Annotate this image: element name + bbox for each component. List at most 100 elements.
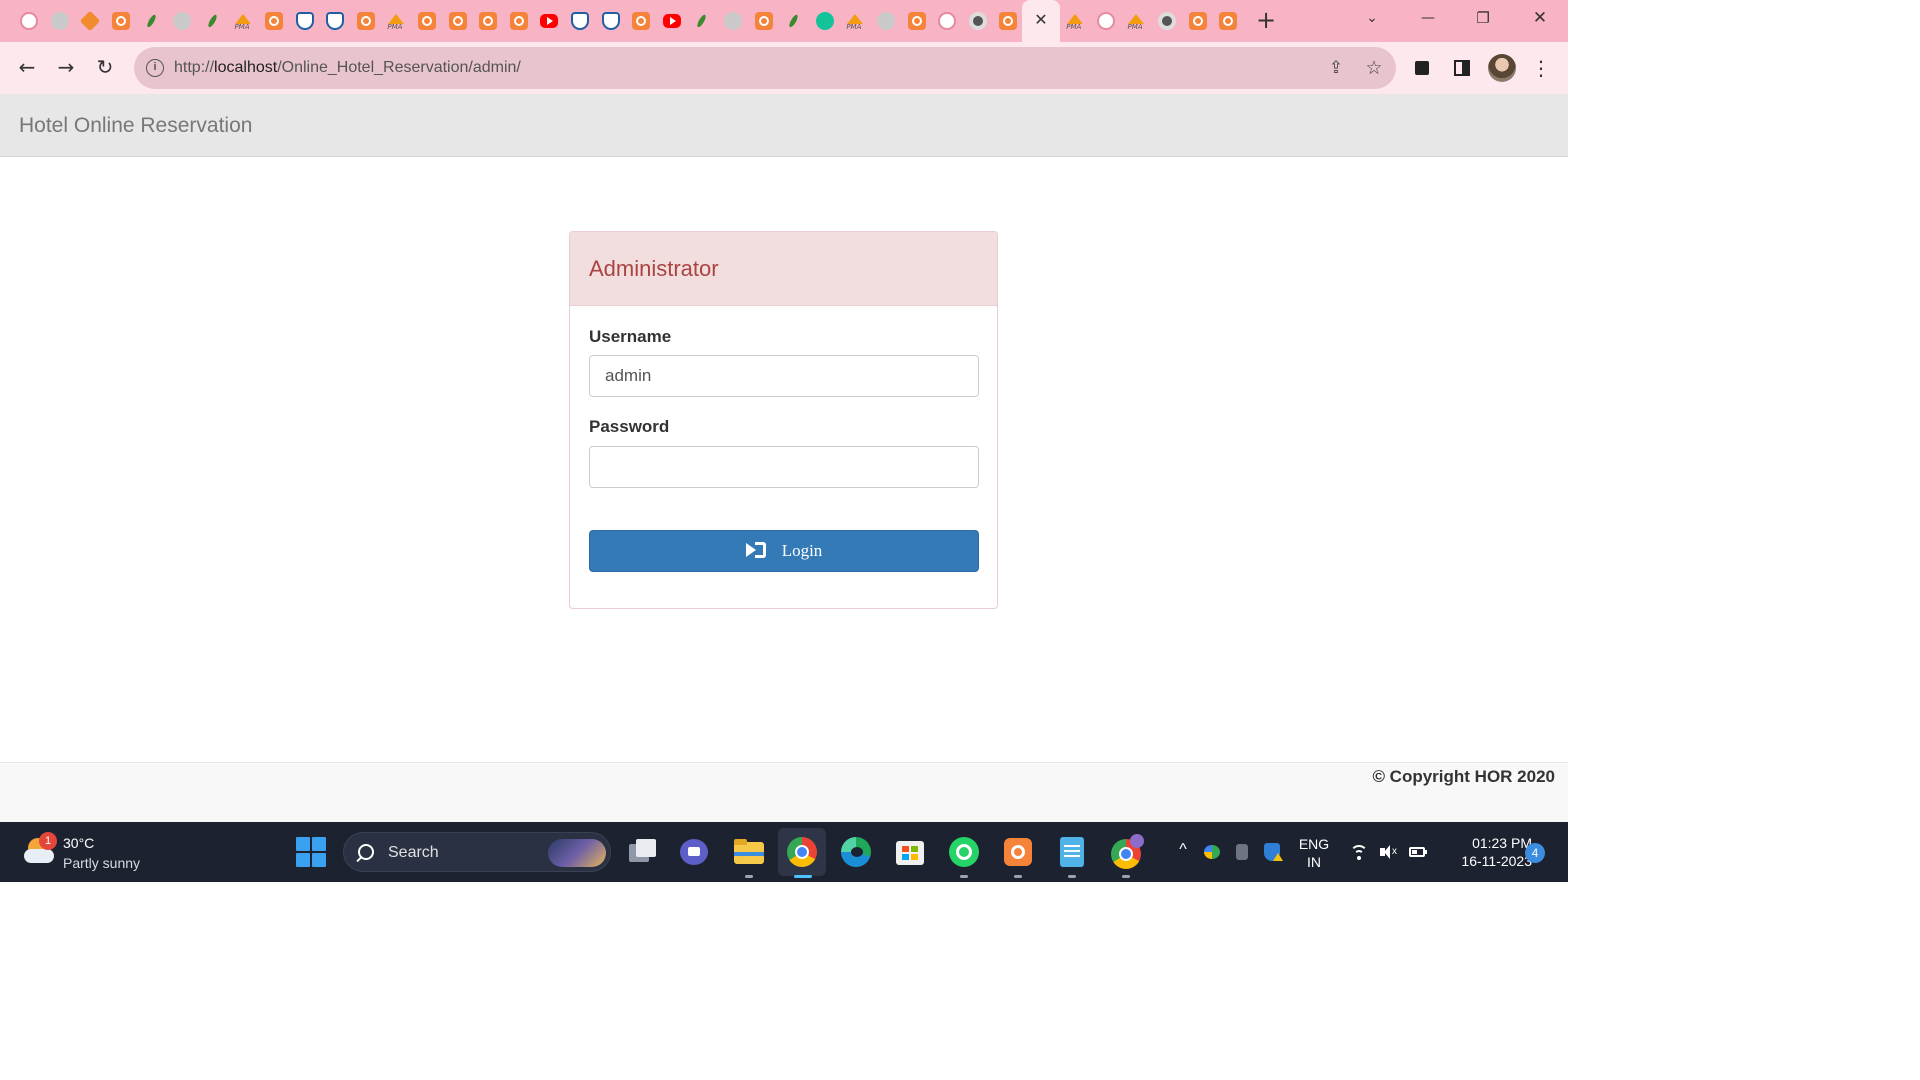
address-bar[interactable]: i http://localhost/Online_Hotel_Reservat… bbox=[134, 47, 1396, 89]
windows-taskbar: 1 30°C Partly sunny Search ^ ENG IN x 01… bbox=[0, 822, 1568, 882]
grey-circle-icon[interactable] bbox=[45, 8, 76, 34]
xampp-icon[interactable] bbox=[442, 8, 473, 34]
username-label: Username bbox=[589, 327, 672, 346]
file-explorer-icon[interactable] bbox=[731, 834, 767, 870]
copyright-text: © Copyright HOR 2020 bbox=[1372, 767, 1555, 786]
leaf-icon[interactable] bbox=[687, 8, 718, 34]
tab-search-button[interactable]: ⌄ bbox=[1352, 4, 1392, 32]
bookmark-star-icon[interactable]: ☆ bbox=[1362, 56, 1386, 80]
username-input[interactable]: admin bbox=[589, 355, 979, 397]
profile-avatar[interactable] bbox=[1488, 54, 1516, 82]
browser-menu-icon[interactable]: ⋮ bbox=[1528, 55, 1554, 81]
phpmyadmin-icon[interactable] bbox=[840, 8, 871, 34]
shield-icon[interactable] bbox=[595, 8, 626, 34]
xampp-icon[interactable] bbox=[748, 8, 779, 34]
task-view-icon[interactable] bbox=[625, 834, 661, 870]
taskbar-search-box[interactable]: Search bbox=[343, 832, 611, 872]
clock-time: 01:23 PM bbox=[1472, 835, 1532, 851]
wifi-icon[interactable] bbox=[1349, 842, 1369, 862]
forward-button[interactable]: → bbox=[51, 52, 81, 82]
xampp-icon[interactable] bbox=[351, 8, 382, 34]
leaf-icon[interactable] bbox=[198, 8, 229, 34]
window-maximize-button[interactable]: ❐ bbox=[1463, 4, 1503, 32]
github-icon[interactable] bbox=[1091, 8, 1122, 34]
site-info-icon[interactable]: i bbox=[146, 59, 164, 77]
xampp-icon[interactable] bbox=[1000, 834, 1036, 870]
notepad-icon[interactable] bbox=[1054, 834, 1090, 870]
panel-heading: Administrator bbox=[570, 232, 997, 306]
window-close-button[interactable]: ✕ bbox=[1520, 4, 1560, 32]
edge-icon[interactable] bbox=[838, 834, 874, 870]
orange-diamond-icon[interactable] bbox=[75, 8, 106, 34]
url-text[interactable]: http://localhost/Online_Hotel_Reservatio… bbox=[174, 58, 521, 78]
weather-temperature[interactable]: 30°C bbox=[63, 834, 94, 852]
xampp-icon[interactable] bbox=[1213, 8, 1244, 34]
windows-start-icon[interactable] bbox=[296, 837, 326, 867]
new-tab-button[interactable]: + bbox=[1252, 6, 1280, 34]
login-button-content: Login bbox=[590, 531, 978, 571]
panel-title: Administrator bbox=[589, 256, 719, 281]
back-button[interactable]: ← bbox=[12, 52, 42, 82]
github-icon[interactable] bbox=[932, 8, 963, 34]
file-explorer-running-indicator bbox=[745, 875, 753, 878]
xampp-icon[interactable] bbox=[626, 8, 657, 34]
show-hidden-icons-chevron[interactable]: ^ bbox=[1173, 840, 1193, 860]
system-clock[interactable]: 01:23 PM 16-11-2023 bbox=[1440, 834, 1532, 870]
extensions-puzzle-icon[interactable] bbox=[1410, 55, 1436, 81]
phpmyadmin-icon[interactable] bbox=[1121, 8, 1152, 34]
shield-icon[interactable] bbox=[289, 8, 320, 34]
xampp-icon[interactable] bbox=[412, 8, 443, 34]
xampp-icon[interactable] bbox=[259, 8, 290, 34]
battery-icon[interactable] bbox=[1408, 842, 1428, 862]
notepad-running-indicator bbox=[1068, 875, 1076, 878]
login-button[interactable]: Login bbox=[589, 530, 979, 572]
tab-favicon-list-right bbox=[1060, 8, 1244, 34]
chrome-icon[interactable] bbox=[962, 8, 993, 34]
youtube-icon[interactable] bbox=[534, 8, 565, 34]
shield-icon[interactable] bbox=[320, 8, 351, 34]
chrome-profile-icon[interactable] bbox=[1108, 834, 1144, 870]
browser-tab-strip: ✕ + ⌄ — ❐ ✕ bbox=[0, 0, 1568, 42]
whatsapp-icon[interactable] bbox=[946, 834, 982, 870]
grey-circle-icon[interactable] bbox=[167, 8, 198, 34]
grammarly-icon[interactable] bbox=[809, 8, 840, 34]
chrome-active-indicator bbox=[794, 875, 812, 878]
github-icon[interactable] bbox=[14, 8, 45, 34]
microsoft-store-icon[interactable] bbox=[892, 834, 928, 870]
window-minimize-button[interactable]: — bbox=[1408, 4, 1448, 32]
xampp-icon[interactable] bbox=[106, 8, 137, 34]
close-tab-icon[interactable]: ✕ bbox=[1031, 8, 1051, 32]
chrome-icon[interactable] bbox=[784, 834, 820, 870]
reload-button[interactable]: ↻ bbox=[90, 52, 120, 82]
tray-app-icon[interactable] bbox=[1202, 842, 1222, 862]
phpmyadmin-icon[interactable] bbox=[381, 8, 412, 34]
navbar-brand[interactable]: Hotel Online Reservation bbox=[19, 114, 252, 138]
xampp-icon[interactable] bbox=[901, 8, 932, 34]
admin-login-panel: Administrator Username admin Password Lo… bbox=[569, 231, 998, 609]
side-panel-icon[interactable] bbox=[1449, 55, 1475, 81]
tray-warning-icon[interactable] bbox=[1232, 842, 1252, 862]
taskbar-search-label: Search bbox=[388, 844, 439, 861]
xampp-icon[interactable] bbox=[993, 8, 1024, 34]
share-icon[interactable]: ⇪ bbox=[1324, 56, 1348, 80]
notification-count-badge[interactable]: 4 bbox=[1525, 843, 1545, 863]
grey-circle-icon[interactable] bbox=[871, 8, 902, 34]
teams-icon[interactable] bbox=[676, 834, 712, 870]
speaker-muted-icon[interactable]: x bbox=[1378, 842, 1398, 862]
input-language-indicator[interactable]: ENG IN bbox=[1294, 835, 1334, 871]
grey-circle-icon[interactable] bbox=[718, 8, 749, 34]
youtube-icon[interactable] bbox=[656, 8, 687, 34]
xampp-icon[interactable] bbox=[473, 8, 504, 34]
xampp-icon[interactable] bbox=[504, 8, 535, 34]
phpmyadmin-icon[interactable] bbox=[1060, 8, 1091, 34]
chrome-icon[interactable] bbox=[1152, 8, 1183, 34]
leaf-icon[interactable] bbox=[136, 8, 167, 34]
password-input[interactable] bbox=[589, 446, 979, 488]
phpmyadmin-icon[interactable] bbox=[228, 8, 259, 34]
shield-icon[interactable] bbox=[565, 8, 596, 34]
xampp-icon[interactable] bbox=[1182, 8, 1213, 34]
url-host: localhost bbox=[214, 59, 278, 76]
defender-shield-icon[interactable] bbox=[1262, 842, 1283, 862]
weather-description[interactable]: Partly sunny bbox=[63, 854, 140, 872]
leaf-icon[interactable] bbox=[779, 8, 810, 34]
